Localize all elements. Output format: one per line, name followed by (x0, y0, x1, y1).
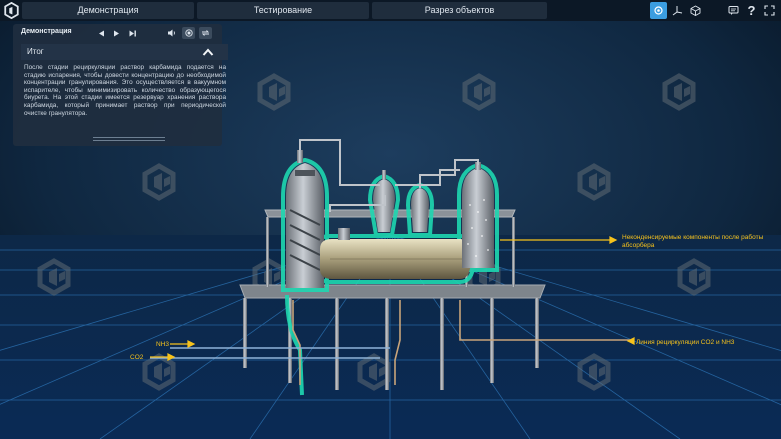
repeat-icon (201, 30, 210, 36)
panel-divider (93, 140, 165, 141)
section-summary-title: Итог (27, 47, 44, 56)
cube-button[interactable] (687, 2, 704, 19)
tab-cross-section[interactable]: Разрез объектов (372, 2, 547, 19)
chevron-up-icon[interactable] (202, 47, 214, 57)
label-co2: CO2 (130, 354, 144, 361)
axes-icon (672, 6, 683, 16)
play-button[interactable] (110, 27, 123, 39)
prev-step-button[interactable] (95, 27, 108, 39)
summary-text: После стадии рециркуляции раствор карбам… (24, 64, 226, 117)
axes-button[interactable] (669, 2, 686, 19)
next-step-button[interactable] (126, 27, 139, 39)
tab-testing[interactable]: Тестирование (197, 2, 369, 19)
panel-divider (93, 137, 165, 138)
panel-header: Демонстрация (13, 24, 222, 42)
fullscreen-icon (764, 5, 775, 16)
stop-button[interactable] (182, 27, 195, 39)
skip-forward-icon (129, 30, 136, 36)
view-icon (654, 6, 663, 15)
top-bar: Демонстрация Тестирование Разрез объекто… (0, 0, 781, 21)
app-logo-icon (4, 2, 19, 19)
repeat-button[interactable] (199, 27, 212, 39)
prev-icon (99, 30, 104, 36)
view-button[interactable] (650, 2, 667, 19)
demonstration-panel: Демонстрация Итог После стадии рециркуля… (13, 24, 228, 146)
sound-button[interactable] (165, 27, 178, 39)
help-button[interactable]: ? (743, 2, 760, 19)
help-icon: ? (747, 3, 756, 18)
cube-icon (690, 5, 701, 16)
label-nh3: NH3 (156, 341, 169, 348)
section-summary-header[interactable]: Итог (21, 44, 228, 60)
fullscreen-button[interactable] (761, 2, 778, 19)
panel-title: Демонстрация (21, 28, 72, 35)
play-icon (114, 30, 119, 36)
separator-column[interactable] (462, 162, 494, 268)
tab-demonstration[interactable]: Демонстрация (22, 2, 194, 19)
chat-button[interactable] (725, 2, 742, 19)
stop-icon (184, 29, 193, 37)
chat-icon (728, 6, 739, 15)
speaker-icon (168, 29, 175, 37)
label-recirc-line: Линия рециркуляции CO2 и NH3 (636, 339, 735, 346)
